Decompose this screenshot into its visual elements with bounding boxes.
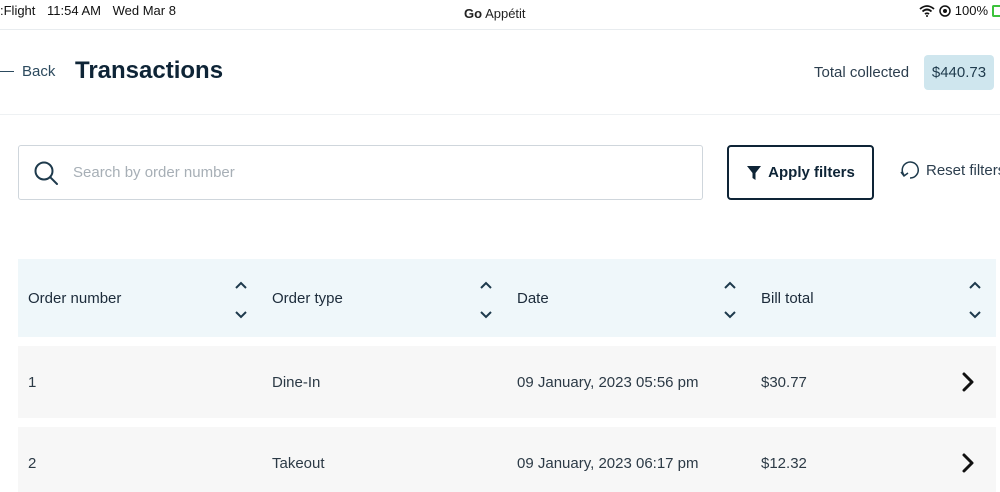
status-right: 100% <box>919 3 1000 18</box>
column-header-order-type: Order type <box>272 289 343 307</box>
sort-desc-icon <box>235 311 247 319</box>
apply-filters-label: Apply filters <box>768 164 855 181</box>
status-date: Wed Mar 8 <box>112 3 176 18</box>
column-header-date: Date <box>517 289 549 307</box>
sort-asc-icon <box>480 281 492 289</box>
brand-bold: Go <box>464 6 483 21</box>
page-header: Back Transactions Total collected $440.7… <box>0 30 1000 115</box>
filter-icon <box>747 165 762 180</box>
cell-bill-total: $12.32 <box>761 454 807 472</box>
reset-icon <box>900 161 919 179</box>
status-left: :Flight 11:54 AM Wed Mar 8 <box>0 3 184 18</box>
cell-date: 09 January, 2023 05:56 pm <box>517 373 699 391</box>
sort-order-type[interactable] <box>477 281 495 319</box>
cell-order-number: 1 <box>28 373 37 391</box>
sort-desc-icon <box>724 311 736 319</box>
cell-date: 09 January, 2023 06:17 pm <box>517 454 699 472</box>
status-time: 11:54 AM <box>47 3 101 18</box>
chevron-right-icon[interactable] <box>956 451 980 475</box>
sort-asc-icon <box>235 281 247 289</box>
cell-order-type: Takeout <box>272 454 325 472</box>
search-field[interactable] <box>18 145 703 200</box>
brand-rest: Appétit <box>485 6 526 21</box>
back-button[interactable]: Back <box>0 63 55 80</box>
sort-order-number[interactable] <box>232 281 250 319</box>
cell-bill-total: $30.77 <box>761 373 807 391</box>
sort-date[interactable] <box>721 281 739 319</box>
status-bar: :Flight 11:54 AM Wed Mar 8 Go Appétit 100… <box>0 0 1000 30</box>
battery-icon <box>992 4 1000 17</box>
back-arrow-icon <box>0 71 14 72</box>
total-collected-badge: $440.73 <box>924 55 994 90</box>
page-title: Transactions <box>75 57 224 84</box>
cell-order-number: 2 <box>28 454 37 472</box>
sort-desc-icon <box>480 311 492 319</box>
sort-bill-total[interactable] <box>966 281 984 319</box>
table-row[interactable]: 1 Dine-In 09 January, 2023 05:56 pm $30.… <box>18 346 996 418</box>
total-collected-label: Total collected <box>814 64 910 81</box>
search-icon <box>19 145 73 200</box>
table-row[interactable]: 2 Takeout 09 January, 2023 06:17 pm $12.… <box>18 427 996 492</box>
wifi-icon <box>919 4 935 17</box>
apply-filters-button[interactable]: Apply filters <box>727 145 874 200</box>
column-header-bill-total: Bill total <box>761 289 814 307</box>
cell-order-type: Dine-In <box>272 373 321 391</box>
table-header: Order number Order type Date Bill total <box>18 259 996 337</box>
location-icon <box>939 4 951 17</box>
reset-filters-button[interactable]: Reset filters <box>898 158 1000 182</box>
sort-asc-icon <box>724 281 736 289</box>
chevron-right-icon[interactable] <box>956 370 980 394</box>
sort-asc-icon <box>969 281 981 289</box>
app-brand: Go Appétit <box>464 6 526 21</box>
battery-percent: 100% <box>954 3 988 18</box>
reset-filters-label: Reset filters <box>926 161 1000 179</box>
carrier-label: :Flight <box>0 3 36 18</box>
sort-desc-icon <box>969 311 981 319</box>
column-header-order-number: Order number <box>28 289 122 307</box>
back-label: Back <box>22 63 56 80</box>
search-input[interactable] <box>73 164 673 181</box>
